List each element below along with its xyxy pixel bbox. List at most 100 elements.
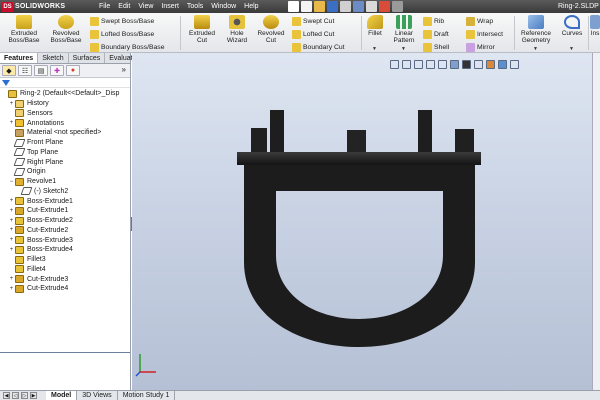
filter-icon[interactable] <box>2 79 10 86</box>
tree-item[interactable]: (-) Sketch2 <box>0 187 130 197</box>
shell-button[interactable]: Shell <box>423 42 449 53</box>
tree-item[interactable]: Top Plane <box>0 148 130 158</box>
tab-3d-views[interactable]: 3D Views <box>77 391 118 400</box>
origin-icon <box>13 167 26 176</box>
swept-cut-icon <box>292 17 301 26</box>
options-icon[interactable] <box>392 1 403 12</box>
tree-item[interactable]: + Cut-Extrude2 <box>0 226 130 236</box>
tab-motion-study-1[interactable]: Motion Study 1 <box>118 391 176 400</box>
tree-item[interactable]: + Boss-Extrude2 <box>0 216 130 226</box>
extruded-boss-button[interactable]: Extruded Boss/Base <box>2 15 46 51</box>
menu-help[interactable]: Help <box>240 0 262 13</box>
expand-toggle-icon[interactable]: + <box>8 101 15 107</box>
expand-toggle-icon[interactable]: + <box>8 208 15 214</box>
expand-toggle-icon[interactable]: + <box>8 227 15 233</box>
rib-button[interactable]: Rib <box>423 16 444 27</box>
swept-cut-button[interactable]: Swept Cut <box>292 16 334 27</box>
open-icon[interactable] <box>314 1 325 12</box>
tree-item[interactable]: Origin <box>0 167 130 177</box>
menu-file[interactable]: File <box>95 0 114 13</box>
tree-item[interactable]: + Boss-Extrude4 <box>0 245 130 255</box>
menu-insert[interactable]: Insert <box>157 0 183 13</box>
configuration-manager-icon[interactable]: ▤ <box>34 65 48 76</box>
expand-toggle-icon[interactable]: − <box>8 179 15 185</box>
property-manager-icon[interactable]: ☷ <box>18 65 32 76</box>
tree-item[interactable]: + Boss-Extrude1 <box>0 196 130 206</box>
save-icon[interactable] <box>327 1 338 12</box>
tab-surfaces[interactable]: Surfaces <box>69 53 106 63</box>
lofted-cut-button[interactable]: Lofted Cut <box>292 29 334 40</box>
feature-filter[interactable] <box>0 78 130 88</box>
menu-view[interactable]: View <box>134 0 157 13</box>
curves-icon <box>564 15 580 29</box>
tree-item[interactable]: + History <box>0 99 130 109</box>
expand-toggle-icon[interactable]: + <box>8 218 15 224</box>
print-icon[interactable] <box>340 1 351 12</box>
extruded-boss-icon <box>16 15 32 29</box>
new-file-icon[interactable] <box>301 1 312 12</box>
boundary-cut-button[interactable]: Boundary Cut <box>292 42 345 53</box>
tree-item[interactable]: + Boss-Extrude3 <box>0 235 130 245</box>
expand-toggle-icon[interactable]: + <box>8 237 15 243</box>
menu-tools[interactable]: Tools <box>183 0 207 13</box>
display-manager-icon[interactable]: ● <box>66 65 80 76</box>
revolved-cut-button[interactable]: Revolved Cut <box>253 15 289 51</box>
tree-item-label: Cut-Extrude4 <box>27 285 69 293</box>
lofted-boss-button[interactable]: Lofted Boss/Base <box>90 29 154 40</box>
swept-boss-button[interactable]: Swept Boss/Base <box>90 16 154 27</box>
tree-item[interactable]: − Revolve1 <box>0 177 130 187</box>
prev-tab-icon[interactable]: ◁ <box>12 392 19 399</box>
hole-wizard-button[interactable]: Hole Wizard <box>221 15 253 51</box>
curves-dropdown-icon[interactable]: ▼ <box>569 46 574 52</box>
expand-toggle-icon[interactable]: + <box>8 120 15 126</box>
ring-model[interactable] <box>132 53 600 390</box>
panel-expand-icon[interactable]: » <box>122 65 126 74</box>
feature-tree-icon[interactable]: ◆ <box>2 65 16 76</box>
tree-item[interactable]: Fillet4 <box>0 265 130 275</box>
tree-item[interactable]: Ring-2 (Default<<Default>_Disp <box>0 89 130 99</box>
menu-edit[interactable]: Edit <box>114 0 134 13</box>
tree-item[interactable]: + Cut-Extrude1 <box>0 206 130 216</box>
tab-features[interactable]: Features <box>0 53 39 63</box>
task-pane-strip[interactable] <box>592 53 600 390</box>
wrap-button[interactable]: Wrap <box>466 16 493 27</box>
first-tab-icon[interactable]: ◀ <box>3 392 10 399</box>
select-icon[interactable] <box>366 1 377 12</box>
tree-item[interactable]: + Cut-Extrude4 <box>0 284 130 294</box>
mirror-button[interactable]: Mirror <box>466 42 495 53</box>
linear-pattern-dropdown-icon[interactable]: ▼ <box>401 46 406 52</box>
tree-item[interactable]: + Annotations <box>0 118 130 128</box>
undo-icon[interactable] <box>353 1 364 12</box>
tree-item[interactable]: Sensors <box>0 109 130 119</box>
rebuild-icon[interactable] <box>379 1 390 12</box>
reference-geometry-dropdown-icon[interactable]: ▼ <box>533 46 538 52</box>
tree-item[interactable]: Right Plane <box>0 157 130 167</box>
tree-item[interactable]: Front Plane <box>0 138 130 148</box>
tab-sketch[interactable]: Sketch <box>38 53 69 63</box>
revolved-boss-button[interactable]: Revolved Boss/Base <box>46 15 86 51</box>
instant3d-button[interactable]: Ins <box>590 15 600 51</box>
fillet-dropdown-icon[interactable]: ▼ <box>372 46 377 52</box>
expand-toggle-icon[interactable]: + <box>8 276 15 282</box>
tree-item[interactable]: + Cut-Extrude3 <box>0 274 130 284</box>
tab-model[interactable]: Model <box>46 391 78 400</box>
boundary-boss-button[interactable]: Boundary Boss/Base <box>90 42 164 53</box>
home-icon[interactable] <box>288 1 299 12</box>
graphics-area[interactable] <box>132 53 600 390</box>
hole-wizard-label: Hole Wizard <box>226 30 248 44</box>
menu-window[interactable]: Window <box>207 0 240 13</box>
next-tab-icon[interactable]: ▷ <box>21 392 28 399</box>
tree-item[interactable]: Fillet3 <box>0 255 130 265</box>
draft-button[interactable]: Draft <box>423 29 449 40</box>
solidworks-logo[interactable]: DS SOLIDWORKS <box>2 1 65 12</box>
last-tab-icon[interactable]: ▶ <box>30 392 37 399</box>
shell-icon <box>423 43 432 52</box>
expand-toggle-icon[interactable]: + <box>8 198 15 204</box>
expand-toggle-icon[interactable]: + <box>8 247 15 253</box>
tree-item[interactable]: Material <not specified> <box>0 128 130 138</box>
intersect-button[interactable]: Intersect <box>466 29 503 40</box>
expand-toggle-icon[interactable]: + <box>8 286 15 292</box>
dimxpert-manager-icon[interactable]: ✚ <box>50 65 64 76</box>
extruded-cut-button[interactable]: Extruded Cut <box>183 15 221 51</box>
swept-cut-label: Swept Cut <box>303 18 335 25</box>
